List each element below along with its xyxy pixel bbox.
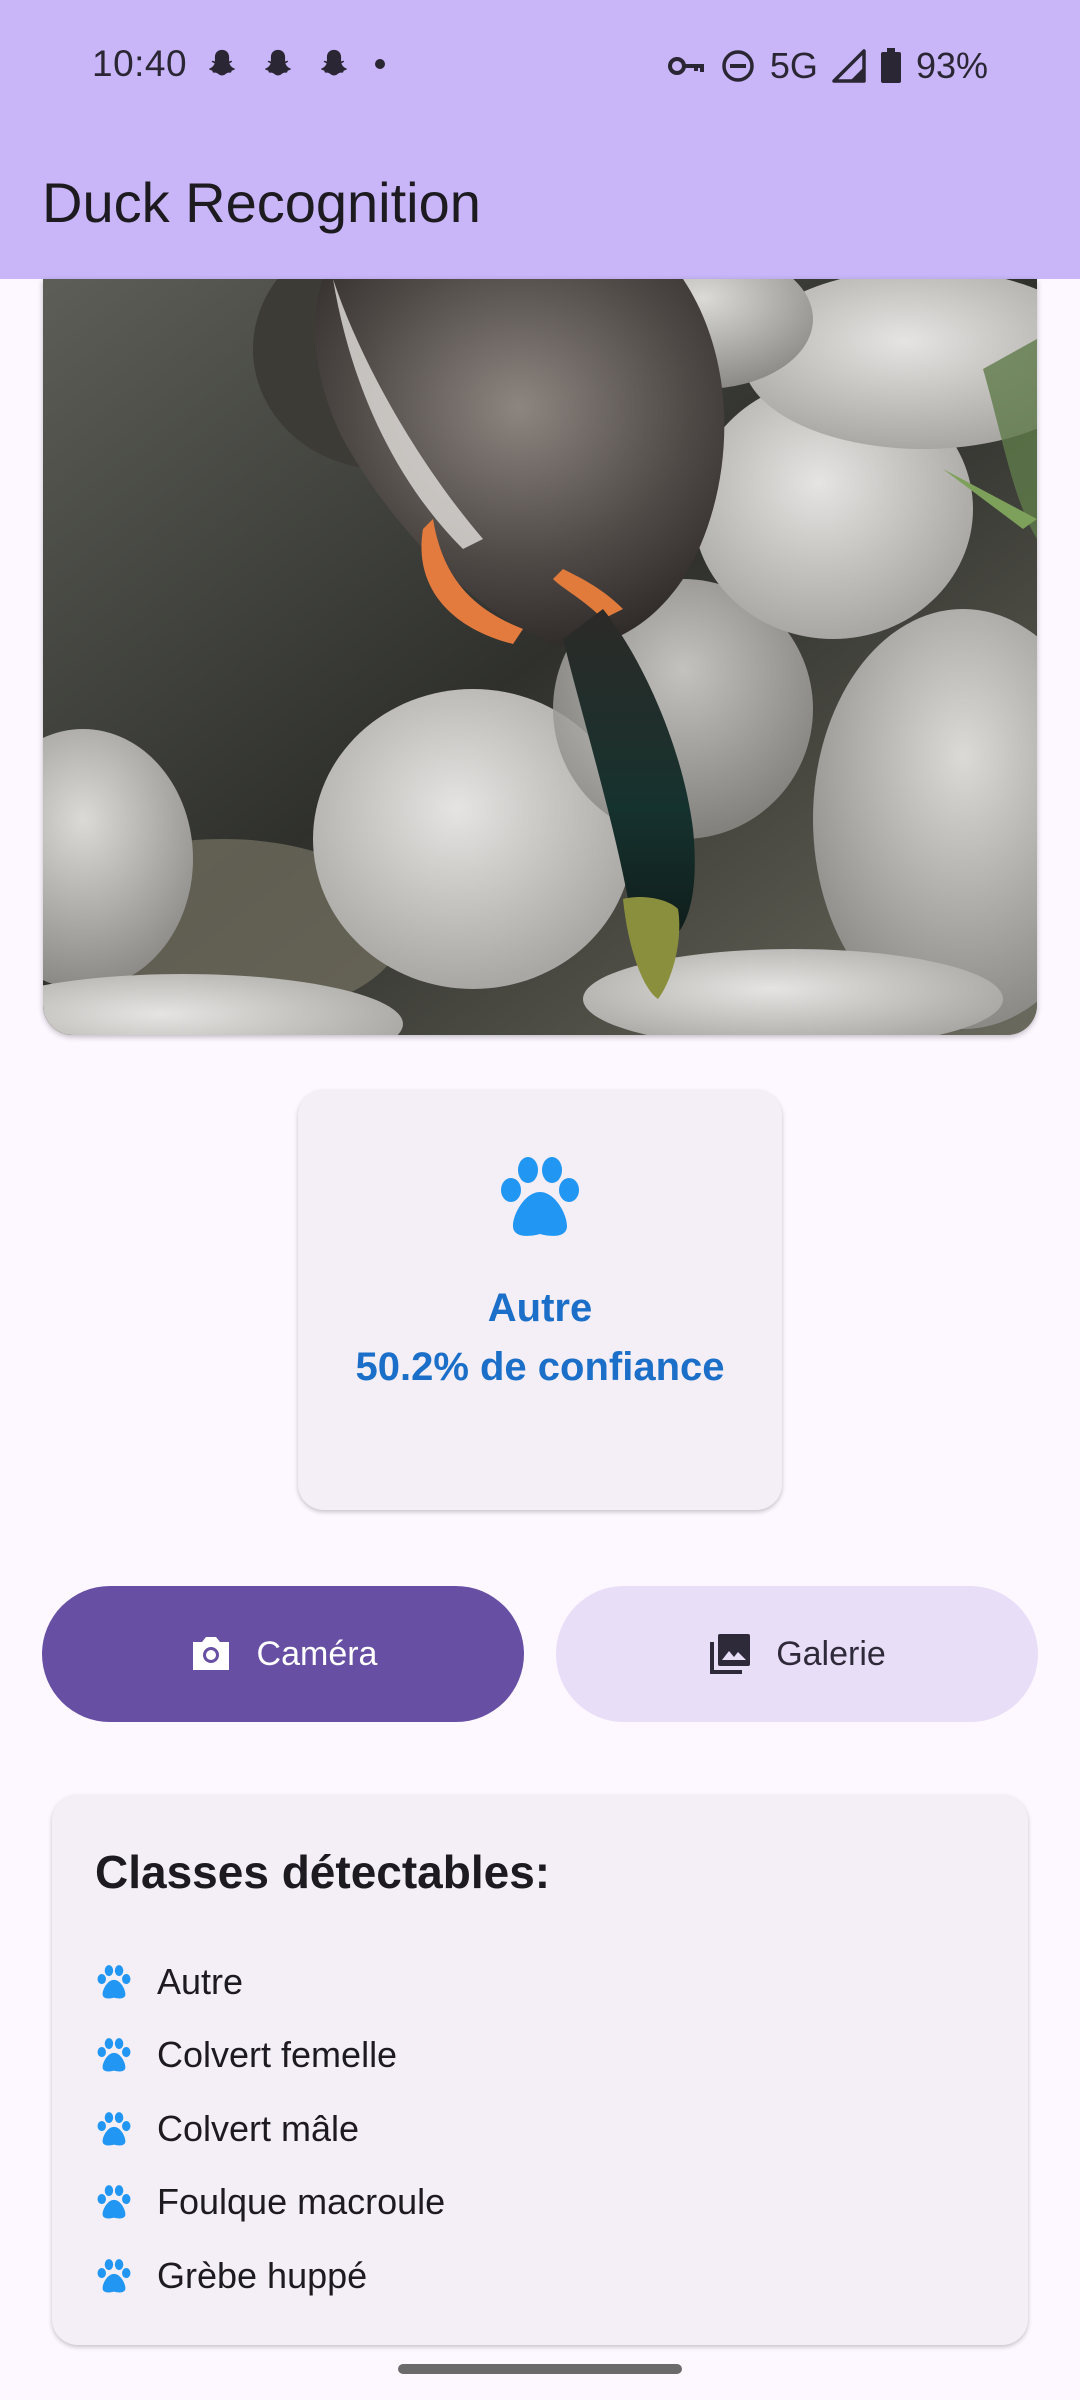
list-item: Foulque macroule [95,2166,445,2240]
signal-icon [832,49,866,83]
battery-percent: 93% [915,45,988,86]
class-label: Colvert mâle [157,2107,360,2149]
camera-button-label: Caméra [256,1634,378,1673]
snapchat-icon [209,49,235,76]
paw-icon [97,2258,131,2293]
result-label: Autre [487,1286,593,1330]
camera-button[interactable]: Caméra [42,1586,524,1722]
class-label: Colvert femelle [157,2034,398,2076]
snapchat-icon [321,49,347,76]
result-card: Autre 50.2% de confiance [298,1090,782,1510]
result-confidence: 50.2% de confiance [355,1345,725,1389]
status-bar: 10:40 5G 93% [0,0,1080,134]
duck-photo [43,279,1037,1035]
status-right: 5G 93% [666,45,988,87]
battery-icon [880,48,901,83]
class-label: Foulque macroule [157,2181,446,2223]
list-item: Grèbe huppé [95,2239,445,2313]
dot-icon [375,59,385,69]
list-item: Colvert mâle [95,2092,445,2166]
gallery-button[interactable]: Galerie [556,1586,1038,1722]
paw-icon [97,2111,131,2146]
vpn-key-icon [667,57,704,75]
paw-icon [97,2185,131,2219]
gallery-button-label: Galerie [776,1634,886,1673]
image-icon [710,1634,751,1674]
status-time: 10:40 [92,43,188,84]
list-item: Colvert femelle [95,2019,445,2093]
camera-icon [192,1637,229,1670]
network-type: 5G [769,45,818,86]
paw-icon [501,1157,579,1236]
class-label: Autre [157,1960,244,2002]
classes-card: Classes détectables: Autre Colvert femel… [52,1795,1028,2345]
class-list: Autre Colvert femelle Colvert mâle Foulq… [95,1945,445,2313]
gesture-navigation-bar[interactable] [398,2364,682,2374]
list-item: Autre [95,1945,445,2019]
paw-icon [97,1964,131,1999]
snapchat-icon [265,49,291,76]
class-label: Grèbe huppé [157,2254,368,2296]
classes-title: Classes détectables: [95,1846,551,1898]
notification-icons [205,47,387,81]
app-title: Duck Recognition [42,171,481,234]
do-not-disturb-icon [722,50,754,82]
paw-icon [97,2038,131,2072]
top-bar: 10:40 5G 93% Duck Recognition [0,0,1080,279]
